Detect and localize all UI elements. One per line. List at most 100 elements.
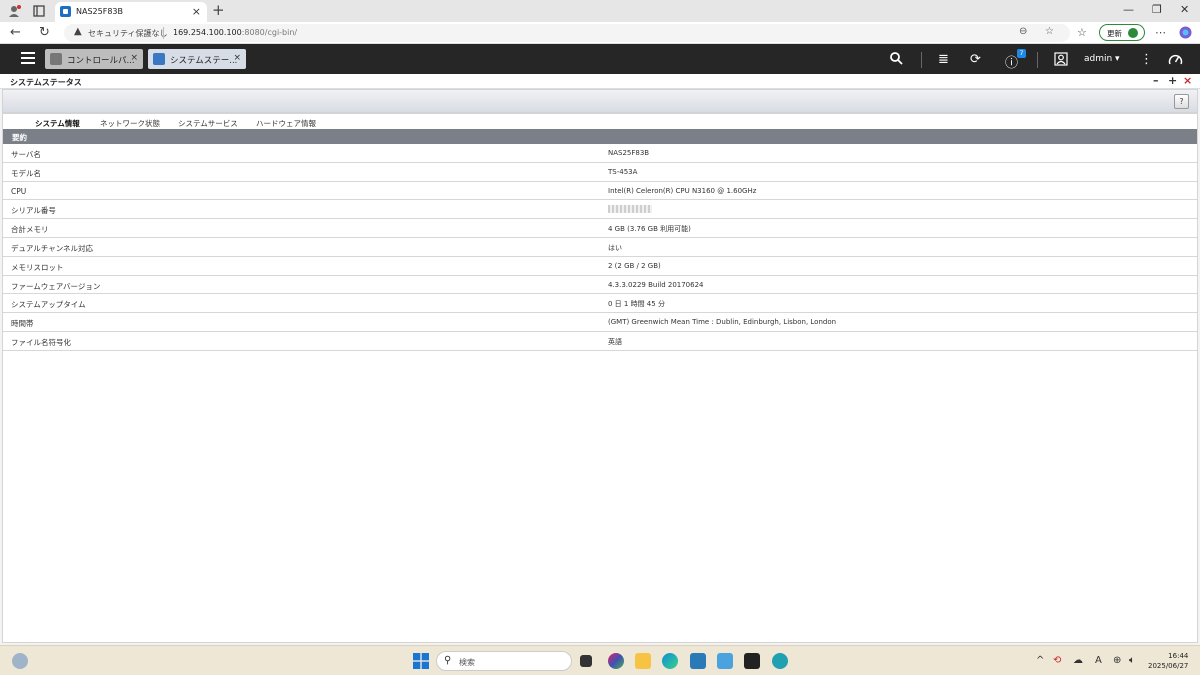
new-tab-button[interactable]: + bbox=[212, 1, 225, 19]
task-view-icon[interactable] bbox=[580, 655, 592, 667]
address-bar-row: ← ↻ ▲ セキュリティ保護なし 169.254.100.100:8080/cg… bbox=[0, 22, 1200, 44]
photos-icon[interactable] bbox=[717, 653, 733, 669]
table-row: ファームウェアバージョン 4.3.3.0229 Build 20170624 bbox=[3, 276, 1197, 295]
toolbar-separator bbox=[921, 52, 922, 68]
search-icon[interactable] bbox=[890, 52, 903, 69]
row-value: 英語 bbox=[608, 337, 622, 346]
store-icon[interactable] bbox=[690, 653, 706, 669]
app-tab-control-panel[interactable]: コントロールパ... × bbox=[45, 49, 143, 69]
table-row: デュアルチャンネル対応 はい bbox=[3, 238, 1197, 257]
user-menu[interactable]: admin ▾ bbox=[1084, 54, 1120, 64]
row-label: 時間帯 bbox=[11, 319, 34, 329]
row-label: ファイル名符号化 bbox=[11, 337, 71, 347]
window-maximize-icon[interactable]: + bbox=[1168, 74, 1177, 87]
update-button[interactable]: 更新 bbox=[1099, 24, 1145, 41]
tab-network-status[interactable]: ネットワーク状態 bbox=[100, 118, 160, 129]
browser-tab[interactable]: NAS25F83B × bbox=[55, 2, 207, 22]
window-close-icon[interactable]: × bbox=[1183, 74, 1192, 87]
start-icon[interactable] bbox=[413, 653, 429, 669]
terminal-icon[interactable] bbox=[744, 653, 760, 669]
network-icon[interactable]: ⊕ bbox=[1113, 655, 1121, 666]
row-value: Intel(R) Celeron(R) CPU N3160 @ 1.60GHz bbox=[608, 186, 757, 195]
tab-actions-icon[interactable] bbox=[32, 4, 46, 18]
taskbar: ⚲ 検索 ^ ⟲ ☁ A ⊕ 🔈︎ 16:44 2025/06/27 bbox=[0, 645, 1200, 675]
security-label[interactable]: セキュリティ保護なし bbox=[88, 28, 168, 39]
copilot-app-icon[interactable] bbox=[608, 653, 624, 669]
row-label: シリアル番号 bbox=[11, 206, 56, 216]
options-icon[interactable]: ⋮ bbox=[1140, 52, 1153, 67]
search-icon: ⚲ bbox=[444, 655, 452, 666]
sync-icon[interactable]: ⟳ bbox=[970, 52, 981, 67]
row-value: TS-453A bbox=[608, 167, 638, 176]
row-label: モデル名 bbox=[11, 168, 41, 178]
copilot-icon[interactable] bbox=[1179, 26, 1192, 42]
toolbar-separator bbox=[1037, 52, 1038, 68]
file-explorer-icon[interactable] bbox=[635, 653, 651, 669]
table-row: 時間帯 (GMT) Greenwich Mean Time : Dublin, E… bbox=[3, 313, 1197, 332]
qfinder-icon[interactable] bbox=[772, 653, 788, 669]
tab-system-services[interactable]: システムサービス bbox=[178, 118, 238, 129]
taskbar-clock[interactable]: 16:44 2025/06/27 bbox=[1148, 651, 1188, 671]
volume-icon[interactable]: 🔈︎ bbox=[1129, 655, 1135, 666]
close-app-tab-icon[interactable]: × bbox=[130, 53, 138, 63]
table-row: シリアル番号 bbox=[3, 200, 1197, 220]
tray-app-icon[interactable]: ⟲ bbox=[1053, 655, 1061, 666]
profile-icon[interactable] bbox=[8, 4, 22, 18]
back-icon[interactable]: ← bbox=[10, 25, 21, 40]
show-hidden-icons[interactable]: ^ bbox=[1036, 655, 1044, 666]
window-close-icon[interactable]: ✕ bbox=[1180, 3, 1189, 16]
user-icon[interactable] bbox=[1054, 52, 1068, 70]
more-site-icon[interactable]: ⊖ bbox=[1019, 26, 1027, 37]
window-minimize-icon[interactable]: – bbox=[1153, 74, 1159, 87]
more-menu-icon[interactable]: ⋯ bbox=[1155, 26, 1166, 39]
table-row: サーバ名 NAS25F83B bbox=[3, 144, 1197, 163]
row-value: NAS25F83B bbox=[608, 149, 650, 157]
table-row: ファイル名符号化 英語 bbox=[3, 332, 1197, 351]
summary-header: 要約 bbox=[3, 129, 1197, 144]
window-title: システムステータス bbox=[10, 78, 82, 87]
summary-table: サーバ名 NAS25F83B モデル名 TS-453A CPU Intel(R) Ce… bbox=[3, 144, 1197, 351]
row-label: メモリスロット bbox=[11, 262, 64, 272]
tray-cloud-icon[interactable]: ☁ bbox=[1073, 655, 1083, 666]
app-toolbar: コントロールパ... × システムステー... × ≣ ⟳ ⓘ 7 admin … bbox=[0, 44, 1200, 74]
ime-icon[interactable]: A bbox=[1095, 655, 1102, 666]
widgets-icon[interactable] bbox=[12, 653, 28, 669]
address-separator bbox=[163, 27, 164, 39]
dashboard-icon[interactable] bbox=[1168, 52, 1183, 70]
window-title-bar: システムステータス – + × bbox=[0, 74, 1200, 89]
table-row: モデル名 TS-453A bbox=[3, 163, 1197, 182]
minimize-icon[interactable]: — bbox=[1123, 3, 1134, 16]
app-tab-system-status[interactable]: システムステー... × bbox=[148, 49, 246, 69]
row-value: (GMT) Greenwich Mean Time : Dublin, Edin… bbox=[608, 318, 837, 327]
taskbar-search-input[interactable]: ⚲ 検索 bbox=[436, 651, 572, 671]
help-button[interactable]: ? bbox=[1174, 94, 1189, 109]
window-header-bar: ? bbox=[2, 89, 1198, 113]
subtab-bar: システム情報 ネットワーク状態 システムサービス ハードウェア情報 bbox=[3, 114, 1197, 132]
row-label: システムアップタイム bbox=[11, 300, 86, 310]
notification-badge: 7 bbox=[1017, 49, 1026, 58]
table-row: システムアップタイム 0 日 1 時間 45 分 bbox=[3, 294, 1197, 314]
row-label: ファームウェアバージョン bbox=[11, 281, 101, 291]
serial-redacted bbox=[608, 205, 652, 215]
row-label: デュアルチャンネル対応 bbox=[11, 243, 94, 253]
restore-icon[interactable]: ❐ bbox=[1152, 3, 1162, 16]
content-panel: システム情報 ネットワーク状態 システムサービス ハードウェア情報 要約 サーバ… bbox=[2, 113, 1198, 643]
close-app-tab-icon[interactable]: × bbox=[233, 53, 241, 63]
tab-hardware-info[interactable]: ハードウェア情報 bbox=[256, 118, 316, 129]
address-bar[interactable]: ▲ セキュリティ保護なし 169.254.100.100:8080/cgi-bi… bbox=[64, 24, 1070, 42]
close-tab-icon[interactable]: × bbox=[192, 5, 201, 18]
table-row: 合計メモリ 4 GB (3.76 GB 利用可能) bbox=[3, 219, 1197, 238]
background-tasks-icon[interactable]: ≣ bbox=[938, 52, 949, 67]
reload-icon[interactable]: ↻ bbox=[39, 25, 50, 40]
row-value: はい bbox=[608, 243, 622, 252]
favorite-star-icon[interactable]: ☆ bbox=[1045, 26, 1054, 37]
edge-icon[interactable] bbox=[662, 653, 678, 669]
table-row: メモリスロット 2 (2 GB / 2 GB) bbox=[3, 257, 1197, 276]
favorites-icon[interactable]: ☆ bbox=[1077, 26, 1087, 39]
table-row: CPU Intel(R) Celeron(R) CPU N3160 @ 1.60G… bbox=[3, 182, 1197, 201]
browser-tab-title: NAS25F83B bbox=[76, 7, 123, 16]
gear-icon bbox=[50, 53, 62, 65]
main-menu-icon[interactable] bbox=[21, 52, 35, 64]
url-text[interactable]: 169.254.100.100:8080/cgi-bin/ bbox=[173, 28, 297, 37]
warning-icon[interactable]: ▲ bbox=[74, 26, 82, 37]
